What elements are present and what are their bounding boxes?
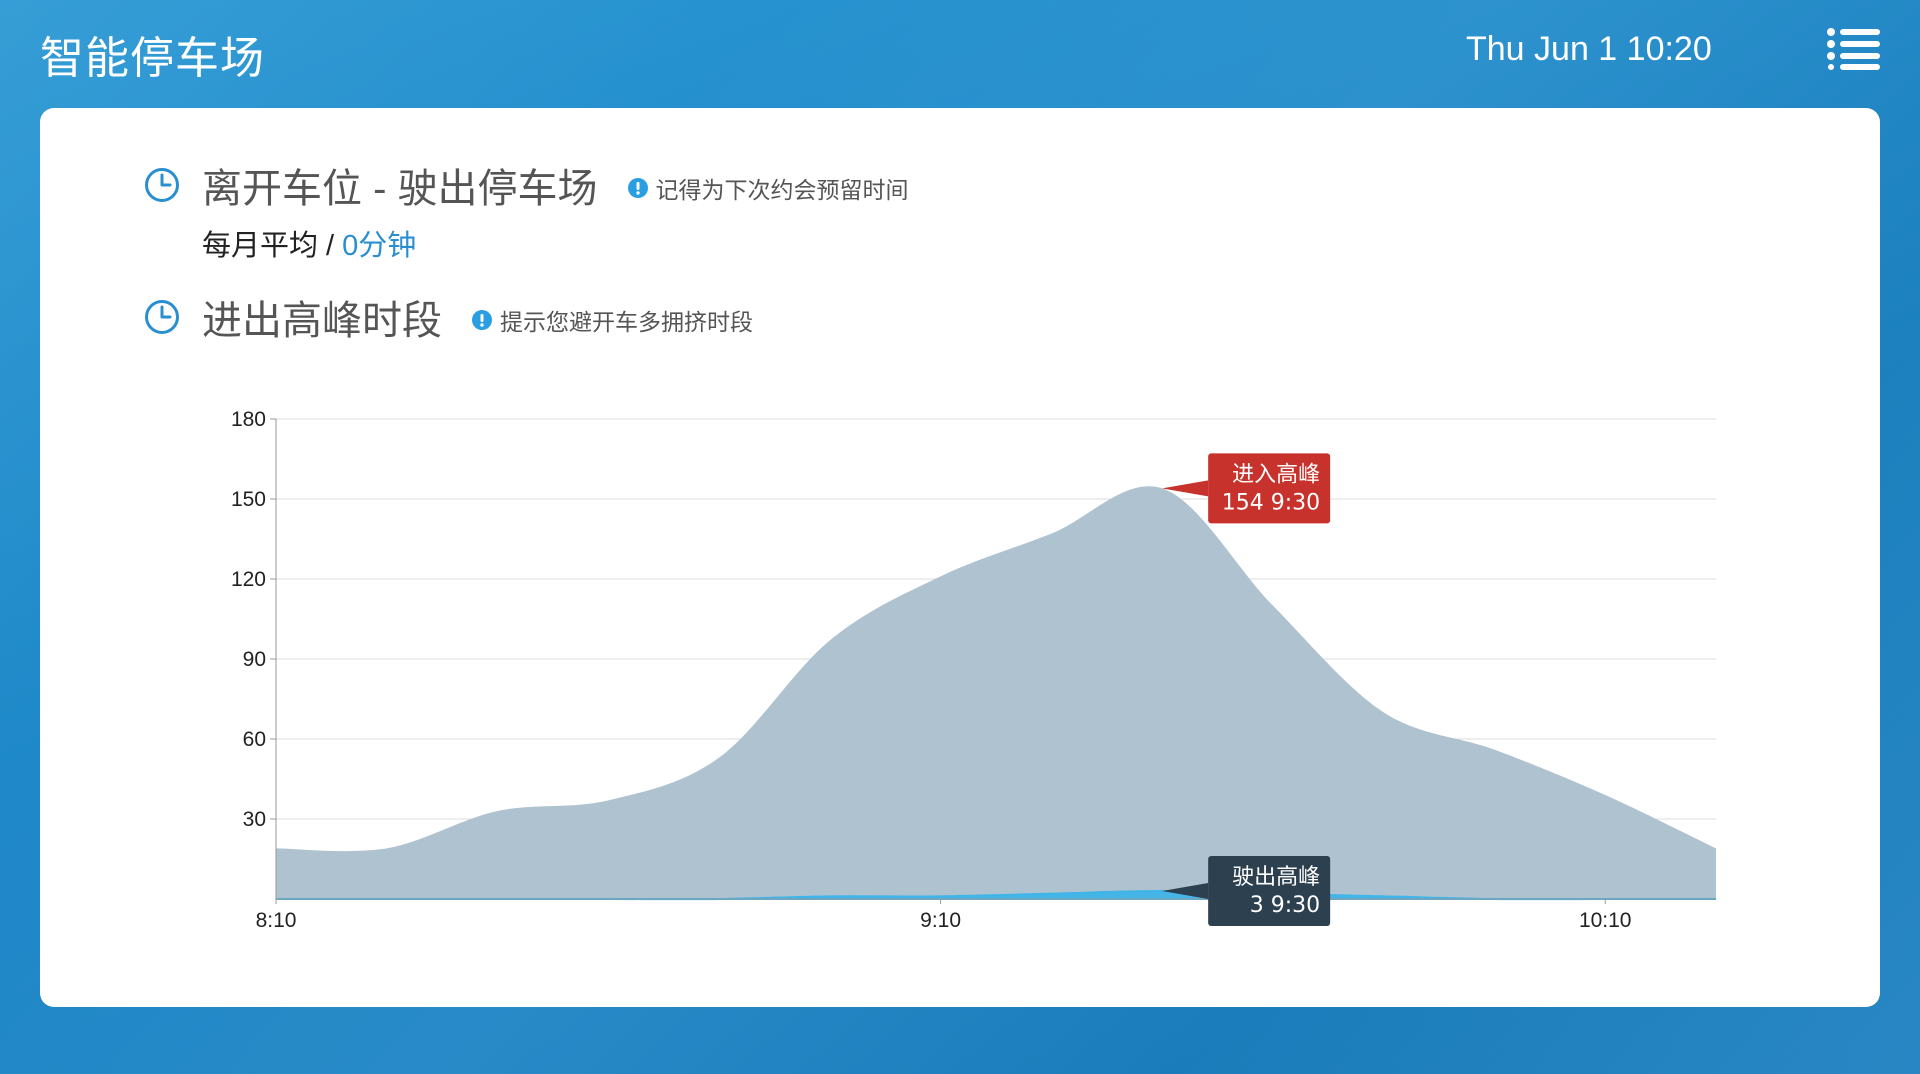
list-menu-icon (1827, 28, 1880, 70)
series-area-enter (276, 486, 1716, 899)
y-tick-label: 60 (243, 728, 266, 751)
y-tick-label: 150 (231, 488, 266, 511)
x-tick-label: 10:10 (1579, 909, 1632, 932)
exit-peak-tooltip-value: 3 9:30 (1250, 893, 1320, 918)
y-tick-label: 180 (231, 408, 266, 431)
enter-peak-tooltip-label: 进入高峰 (1232, 462, 1320, 487)
enter-peak-tooltip-value: 154 9:30 (1222, 490, 1320, 515)
y-tick-label: 90 (243, 648, 266, 671)
top-bar: 智能停车场 Thu Jun 1 10:20 (0, 0, 1920, 100)
menu-button[interactable] (1826, 26, 1882, 70)
app-title: 智能停车场 (40, 34, 265, 83)
y-tick-label: 30 (243, 808, 266, 831)
x-tick-label: 8:10 (256, 909, 297, 932)
y-tick-label: 120 (231, 568, 266, 591)
main-card: 离开车位 - 驶出停车场 记得为下次约会预留时间 每月平均 / 0分钟 进出高峰… (40, 108, 1880, 1007)
datetime-display: Thu Jun 1 10:20 (1466, 30, 1712, 68)
x-tick-label: 9:10 (920, 909, 961, 932)
exit-peak-tooltip-label: 驶出高峰 (1232, 865, 1320, 890)
peak-area-chart: 30 60 90 120 150 180 8:10 9:10 10:10 进入高峰 154 9:30… (231, 408, 1716, 932)
